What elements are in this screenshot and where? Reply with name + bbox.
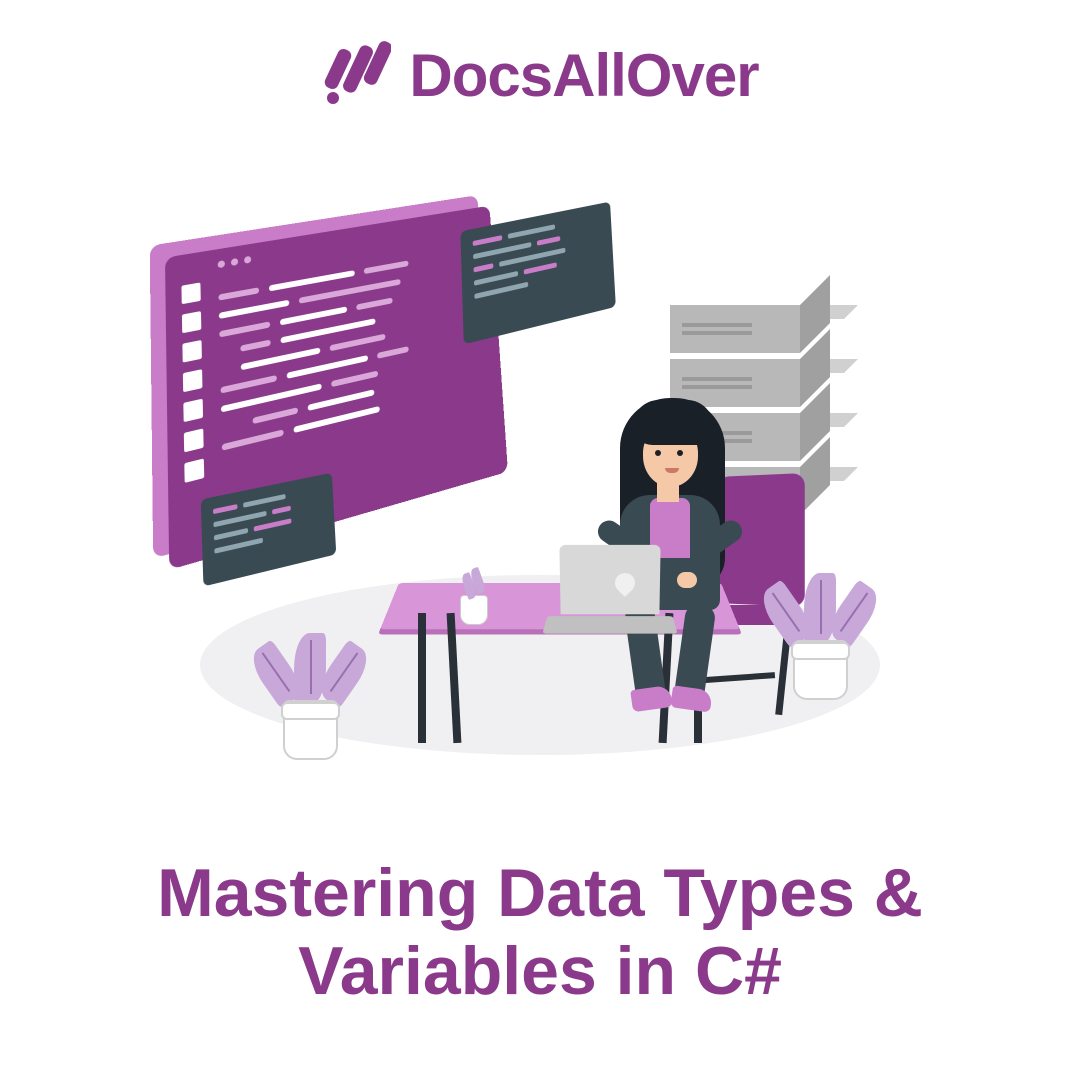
plant-right [770, 565, 870, 700]
page-title: Mastering Data Types & Variables in C# [0, 854, 1080, 1010]
plant-left [260, 625, 360, 760]
brand-name: DocsAllOver [409, 41, 758, 110]
laptop [545, 545, 675, 645]
hero-illustration [160, 165, 920, 785]
docsallover-logo-icon [321, 40, 391, 110]
brand-header: DocsAllOver [0, 40, 1080, 110]
desk-plant [460, 595, 488, 625]
